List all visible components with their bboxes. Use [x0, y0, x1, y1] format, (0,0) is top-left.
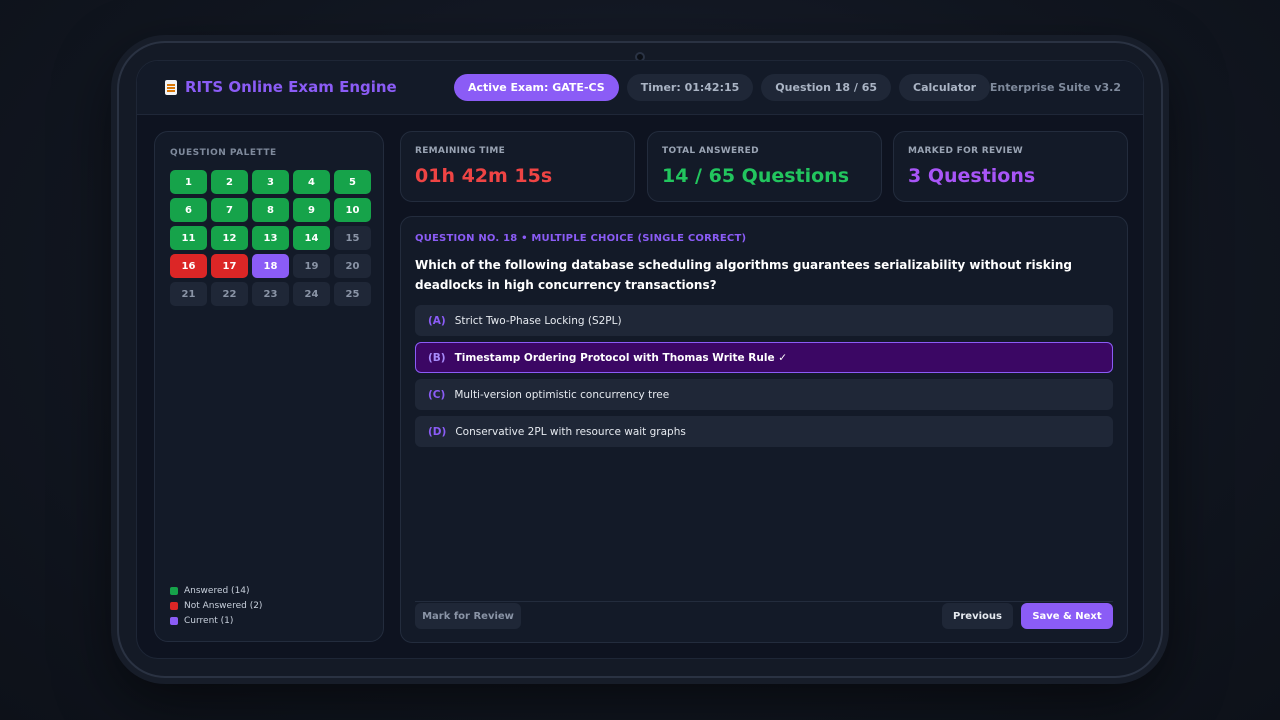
total-answered-card: TOTAL ANSWERED 14 / 65 Questions — [647, 131, 882, 202]
answer-options: (A) Strict Two-Phase Locking (S2PL) (B) Tim… — [415, 305, 1113, 453]
marked-review-label: MARKED FOR REVIEW — [908, 146, 1024, 156]
option-text: Timestamp Ordering Protocol with Thomas … — [454, 351, 788, 364]
palette-question-10[interactable]: 10 — [334, 198, 371, 222]
mark-for-review-button[interactable]: Mark for Review — [415, 603, 521, 629]
palette-question-4[interactable]: 4 — [293, 170, 330, 194]
remaining-time-label: REMAINING TIME — [415, 146, 506, 156]
palette-question-1[interactable]: 1 — [170, 170, 207, 194]
legend-label: Current (1) — [184, 615, 234, 626]
option-letter: (D) — [428, 425, 447, 438]
palette-question-13[interactable]: 13 — [252, 226, 289, 250]
option-letter: (C) — [428, 388, 446, 401]
palette-question-15[interactable]: 15 — [334, 226, 371, 250]
palette-question-7[interactable]: 7 — [211, 198, 248, 222]
palette-question-5[interactable]: 5 — [334, 170, 371, 194]
palette-question-14[interactable]: 14 — [293, 226, 330, 250]
palette-question-18[interactable]: 18 — [252, 254, 289, 278]
app-brand: RITS Online Exam Engine — [165, 78, 397, 96]
marked-review-value: 3 Questions — [908, 165, 1036, 187]
option-a[interactable]: (A) Strict Two-Phase Locking (S2PL) — [415, 305, 1113, 336]
remaining-time-card: REMAINING TIME 01h 42m 15s — [400, 131, 635, 202]
question-panel: QUESTION NO. 18 • MULTIPLE CHOICE (SINGL… — [400, 216, 1128, 643]
option-text: Conservative 2PL with resource wait grap… — [455, 425, 686, 438]
option-letter: (B) — [428, 351, 446, 364]
total-answered-value: 14 / 65 Questions — [662, 165, 850, 187]
palette-question-21[interactable]: 21 — [170, 282, 207, 306]
option-b[interactable]: (B) Timestamp Ordering Protocol with Thom… — [415, 342, 1113, 373]
palette-legend: Answered (14) Not Answered (2) Current (1) — [170, 583, 262, 628]
palette-question-2[interactable]: 2 — [211, 170, 248, 194]
palette-question-17[interactable]: 17 — [211, 254, 248, 278]
option-text: Multi-version optimistic concurrency tre… — [454, 388, 670, 401]
active-exam-pill[interactable]: Active Exam: GATE-CS — [454, 74, 619, 101]
palette-question-3[interactable]: 3 — [252, 170, 289, 194]
app-title: RITS Online Exam Engine — [185, 78, 397, 96]
palette-question-22[interactable]: 22 — [211, 282, 248, 306]
palette-question-8[interactable]: 8 — [252, 198, 289, 222]
palette-question-11[interactable]: 11 — [170, 226, 207, 250]
palette-question-20[interactable]: 20 — [334, 254, 371, 278]
legend-item: Current (1) — [170, 613, 262, 628]
palette-question-12[interactable]: 12 — [211, 226, 248, 250]
timer-pill: Timer: 01:42:15 — [626, 74, 754, 101]
question-meta: QUESTION NO. 18 • MULTIPLE CHOICE (SINGL… — [415, 233, 747, 244]
palette-question-23[interactable]: 23 — [252, 282, 289, 306]
option-letter: (A) — [428, 314, 446, 327]
previous-button[interactable]: Previous — [942, 603, 1013, 629]
palette-grid: 1 2 3 4 5 6 7 8 9 10 11 12 13 14 15 16 17 18 19 20 21 22 23 24 2… — [170, 170, 371, 306]
marked-review-card: MARKED FOR REVIEW 3 Questions — [893, 131, 1128, 202]
legend-item: Answered (14) — [170, 583, 262, 598]
legend-label: Not Answered (2) — [184, 600, 263, 611]
option-text: Strict Two-Phase Locking (S2PL) — [454, 314, 622, 327]
palette-title: QUESTION PALETTE — [170, 148, 277, 158]
legend-swatch — [170, 616, 178, 625]
document-icon — [165, 79, 177, 95]
question-text: Which of the following database scheduli… — [415, 258, 1072, 292]
legend-swatch — [170, 601, 178, 610]
palette-question-6[interactable]: 6 — [170, 198, 207, 222]
question-footer: Mark for Review Previous Save & Next — [415, 601, 1113, 629]
question-palette: QUESTION PALETTE 1 2 3 4 5 6 7 8 9 10 11 12 13 14 15 16… — [154, 131, 384, 642]
palette-question-19[interactable]: 19 — [293, 254, 330, 278]
palette-question-9[interactable]: 9 — [293, 198, 330, 222]
top-bar: RITS Online Exam Engine Active Exam: GAT… — [137, 61, 1143, 115]
save-next-button[interactable]: Save & Next — [1021, 603, 1113, 629]
option-d[interactable]: (D) Conservative 2PL with resource wait g… — [415, 416, 1113, 447]
palette-question-16[interactable]: 16 — [170, 254, 207, 278]
legend-swatch — [170, 586, 178, 595]
total-answered-label: TOTAL ANSWERED — [662, 146, 759, 156]
suite-version: Enterprise Suite v3.2 — [989, 81, 1121, 94]
header-pills: Active Exam: GATE-CS Timer: 01:42:15 Que… — [454, 74, 991, 101]
calculator-button[interactable]: Calculator — [899, 74, 991, 101]
app-screen: RITS Online Exam Engine Active Exam: GAT… — [136, 60, 1144, 659]
legend-item: Not Answered (2) — [170, 598, 262, 613]
question-counter-pill: Question 18 / 65 — [761, 74, 892, 101]
option-c[interactable]: (C) Multi-version optimistic concurrency … — [415, 379, 1113, 410]
legend-label: Answered (14) — [184, 585, 250, 596]
palette-question-24[interactable]: 24 — [293, 282, 330, 306]
palette-question-25[interactable]: 25 — [334, 282, 371, 306]
remaining-time-value: 01h 42m 15s — [415, 165, 553, 187]
